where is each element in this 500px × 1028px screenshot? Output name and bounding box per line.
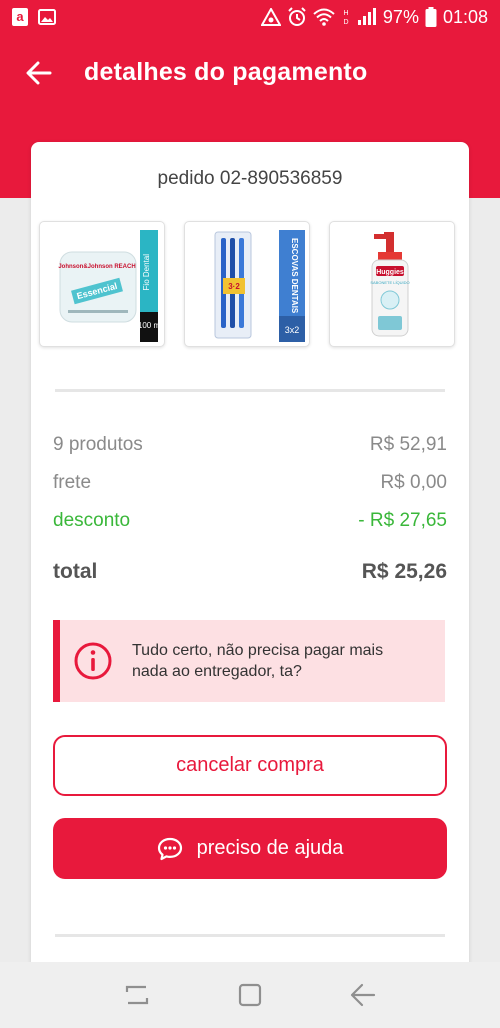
svg-text:Fio Dental: Fio Dental [142, 254, 151, 291]
divider [55, 389, 445, 392]
info-circle-icon [74, 642, 112, 680]
system-nav-bar [0, 962, 500, 1028]
svg-text:ESCOVAS DENTAIS: ESCOVAS DENTAIS [290, 238, 299, 314]
svg-text:3·2: 3·2 [228, 282, 240, 291]
product-thumb-dental-floss[interactable]: Fio Dental 100 m Johnson&Johnson REACH E… [39, 221, 165, 347]
svg-text:Huggies: Huggies [376, 269, 404, 276]
signal-icon [357, 8, 377, 26]
help-label: preciso de ajuda [196, 837, 344, 859]
payment-summary: 9 produtos R$ 52,91 frete R$ 0,00 descon… [53, 426, 447, 591]
svg-text:Johnson&Johnson REACH: Johnson&Johnson REACH [58, 264, 135, 270]
discount-value: - R$ 27,65 [358, 510, 447, 531]
chat-bubble-icon [157, 837, 182, 860]
page-title: detalhes do pagamento [84, 58, 368, 86]
alarm-icon [287, 7, 307, 27]
status-bar: a HD 97% 01:08 [0, 0, 500, 34]
svg-text:a: a [16, 9, 24, 24]
svg-text:D: D [343, 19, 348, 26]
svg-text:100 m: 100 m [138, 321, 161, 330]
payment-details-card: pedido 02-890536859 Fio Dental 100 m Joh… [31, 142, 469, 972]
home-icon [238, 983, 262, 1007]
hd-call-icon: HD [341, 7, 351, 27]
back-button[interactable] [22, 56, 56, 90]
shipping-value: R$ 0,00 [380, 472, 447, 493]
home-button[interactable] [230, 975, 270, 1015]
products-row: 9 produtos R$ 52,91 [53, 426, 447, 464]
shipping-row: frete R$ 0,00 [53, 464, 447, 502]
product-thumb-toothbrushes[interactable]: 3·2 ESCOVAS DENTAIS 3x2 [184, 221, 310, 347]
clock: 01:08 [442, 6, 488, 27]
product-thumbnails: Fio Dental 100 m Johnson&Johnson REACH E… [39, 221, 455, 347]
cancel-purchase-button[interactable]: cancelar compra [53, 735, 447, 796]
dental-floss-image: Fio Dental 100 m Johnson&Johnson REACH E… [58, 230, 161, 342]
total-label: total [53, 560, 98, 583]
system-back-button[interactable] [343, 975, 383, 1015]
product-thumb-liquid-soap[interactable]: Huggies SABONETE LÍQUIDO [329, 221, 455, 347]
back-arrow-icon [351, 983, 376, 1007]
image-notification-icon [38, 9, 56, 25]
divider-bottom [55, 934, 445, 937]
battery-icon [425, 7, 437, 27]
order-id: pedido 02-890536859 [157, 168, 343, 189]
discount-row: desconto - R$ 27,65 [53, 502, 447, 540]
recent-apps-icon [125, 985, 148, 1005]
help-button[interactable]: preciso de ajuda [53, 818, 447, 879]
svg-text:SABONETE LÍQUIDO: SABONETE LÍQUIDO [370, 280, 409, 285]
data-saver-icon [260, 8, 281, 26]
shipping-label: frete [53, 472, 92, 493]
svg-text:H: H [343, 10, 348, 17]
alert-message: Tudo certo, não precisa pagar mais nada … [132, 642, 384, 680]
total-value: R$ 25,26 [361, 560, 447, 583]
discount-label: desconto [53, 510, 131, 531]
total-row: total R$ 25,26 [53, 553, 447, 591]
recent-apps-button[interactable] [117, 975, 157, 1015]
battery-percent: 97% [382, 6, 419, 27]
svg-text:3x2: 3x2 [285, 325, 300, 335]
products-value: R$ 52,91 [369, 434, 447, 455]
toothbrush-pack-image: 3·2 ESCOVAS DENTAIS 3x2 [214, 230, 305, 342]
wifi-icon [313, 8, 335, 26]
liquid-soap-image: Huggies SABONETE LÍQUIDO [370, 232, 410, 337]
payment-info-alert: Tudo certo, não precisa pagar mais nada … [53, 620, 445, 702]
products-label: 9 produtos [53, 434, 143, 455]
amazon-notification-icon: a [12, 8, 28, 26]
arrow-left-icon [26, 61, 52, 85]
cancel-purchase-label: cancelar compra [176, 754, 324, 776]
